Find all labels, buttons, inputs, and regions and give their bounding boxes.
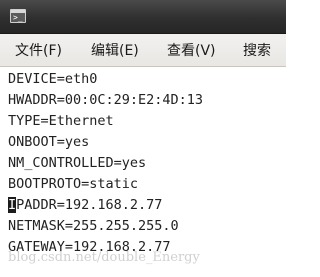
menu-file[interactable]: 文件(F): [15, 41, 62, 61]
menu-edit[interactable]: 编辑(E): [91, 41, 139, 61]
text-editor-window: >_ 文件(F) 编辑(E) 查看(V) 搜索 DEVICE=eth0 HWAD…: [0, 0, 286, 277]
text-cursor: I: [8, 197, 17, 213]
watermark: blog.csdn.net/double_Energy: [8, 250, 200, 265]
line-nm-controlled: NM_CONTROLLED=yes: [8, 155, 147, 171]
line-hwaddr: HWADDR=00:0C:29:E2:4D:13: [8, 92, 204, 108]
line-type: TYPE=Ethernet: [8, 113, 114, 129]
line-device: DEVICE=eth0: [8, 71, 98, 87]
terminal-icon: >_: [10, 9, 26, 23]
line-ipaddr-text: PADDR=192.168.2.77: [16, 197, 163, 213]
line-bootproto: BOOTPROTO=static: [8, 176, 139, 192]
line-ipaddr: IPADDR=192.168.2.77: [8, 195, 162, 215]
text-area[interactable]: DEVICE=eth0 HWADDR=00:0C:29:E2:4D:13 TYP…: [0, 67, 286, 277]
line-onboot: ONBOOT=yes: [8, 134, 90, 150]
line-netmask: NETMASK=255.255.255.0: [8, 218, 179, 234]
menu-view[interactable]: 查看(V): [167, 41, 216, 61]
menu-bar: 文件(F) 编辑(E) 查看(V) 搜索: [0, 34, 286, 67]
menu-search[interactable]: 搜索: [243, 41, 271, 61]
title-bar[interactable]: >_: [0, 0, 286, 34]
